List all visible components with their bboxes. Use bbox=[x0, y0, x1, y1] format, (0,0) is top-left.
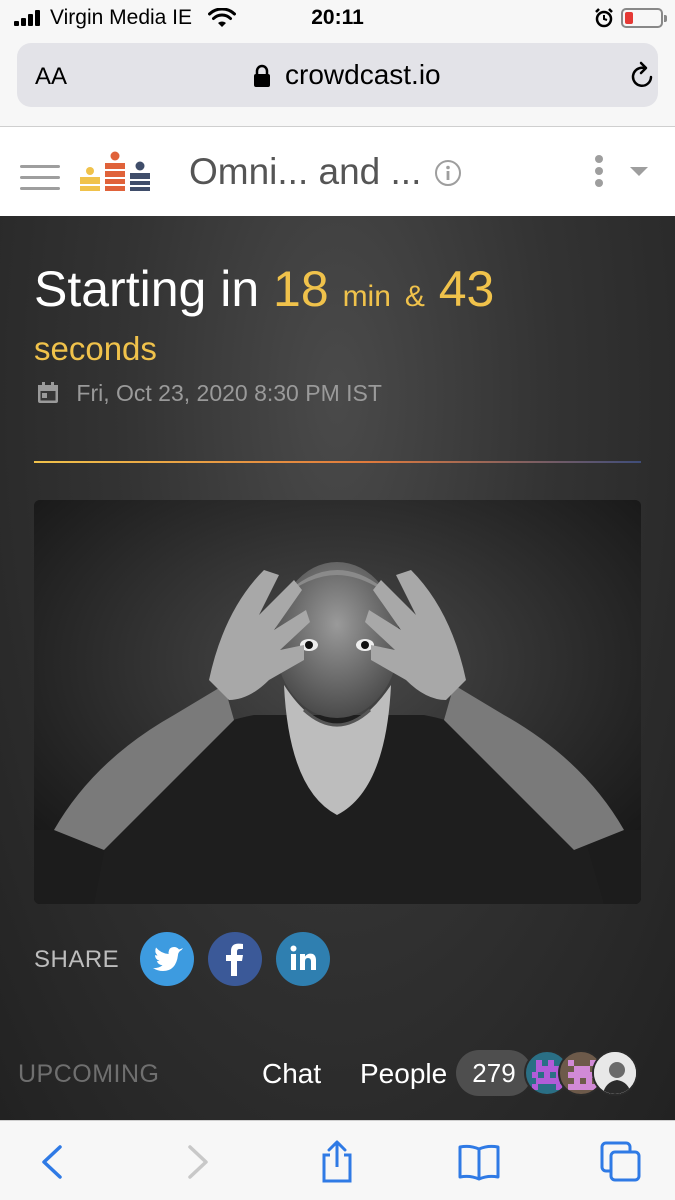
event-cover-photo bbox=[34, 500, 641, 904]
info-icon[interactable] bbox=[434, 159, 462, 187]
twitter-icon bbox=[153, 947, 183, 971]
browser-toolbar bbox=[0, 1120, 675, 1200]
lock-icon bbox=[254, 64, 270, 87]
countdown-seconds: 43 bbox=[438, 261, 495, 317]
chevron-down-icon[interactable] bbox=[630, 167, 648, 176]
portrait-image bbox=[34, 500, 641, 904]
countdown-minutes-unit: min bbox=[342, 280, 391, 313]
back-icon[interactable] bbox=[30, 1139, 76, 1185]
calendar-icon bbox=[38, 382, 58, 403]
divider bbox=[34, 461, 641, 463]
alarm-icon bbox=[595, 8, 613, 28]
battery-icon bbox=[621, 8, 667, 28]
forward-icon[interactable] bbox=[174, 1139, 220, 1185]
event-title[interactable]: Omni... and ... bbox=[189, 151, 421, 193]
countdown-prefix: Starting in bbox=[34, 261, 260, 317]
event-datetime: Fri, Oct 23, 2020 8:30 PM IST bbox=[76, 380, 382, 406]
avatar[interactable] bbox=[592, 1050, 638, 1096]
countdown-seconds-unit: seconds bbox=[34, 330, 157, 367]
status-bar: Virgin Media IE 20:11 bbox=[0, 0, 675, 38]
text-size-button[interactable]: AA bbox=[35, 63, 67, 91]
event-main: Starting in 18 min & 43 seconds Fri, Oct… bbox=[0, 216, 675, 1120]
app-header: Omni... and ... bbox=[0, 127, 675, 216]
session-status: UPCOMING bbox=[18, 1060, 160, 1088]
twitter-share-button[interactable] bbox=[140, 932, 194, 986]
countdown-separator: & bbox=[404, 280, 425, 313]
session-tabs: UPCOMING Chat People 279 bbox=[0, 1046, 675, 1102]
facebook-share-button[interactable] bbox=[208, 932, 262, 986]
people-count-badge: 279 bbox=[456, 1050, 532, 1096]
more-options-icon[interactable] bbox=[595, 155, 605, 187]
share-label: SHARE bbox=[34, 946, 120, 973]
bookmarks-icon[interactable] bbox=[456, 1139, 502, 1185]
countdown-minutes: 18 bbox=[273, 261, 329, 317]
facebook-icon bbox=[226, 943, 243, 976]
menu-icon[interactable] bbox=[20, 165, 60, 193]
linkedin-icon bbox=[290, 945, 316, 970]
reload-icon[interactable] bbox=[627, 61, 657, 91]
clock-time: 20:11 bbox=[311, 6, 364, 29]
event-date: Fri, Oct 23, 2020 8:30 PM IST bbox=[36, 380, 382, 407]
countdown: Starting in 18 min & 43 seconds bbox=[34, 260, 654, 372]
share-icon[interactable] bbox=[314, 1139, 360, 1185]
url-domain[interactable]: crowdcast.io bbox=[285, 59, 441, 91]
tabs-icon[interactable] bbox=[598, 1139, 644, 1185]
linkedin-share-button[interactable] bbox=[276, 932, 330, 986]
address-bar[interactable]: AA crowdcast.io bbox=[17, 43, 658, 107]
tab-people[interactable]: People bbox=[360, 1058, 447, 1090]
crowdcast-logo[interactable] bbox=[80, 149, 152, 191]
tab-chat[interactable]: Chat bbox=[262, 1058, 321, 1090]
